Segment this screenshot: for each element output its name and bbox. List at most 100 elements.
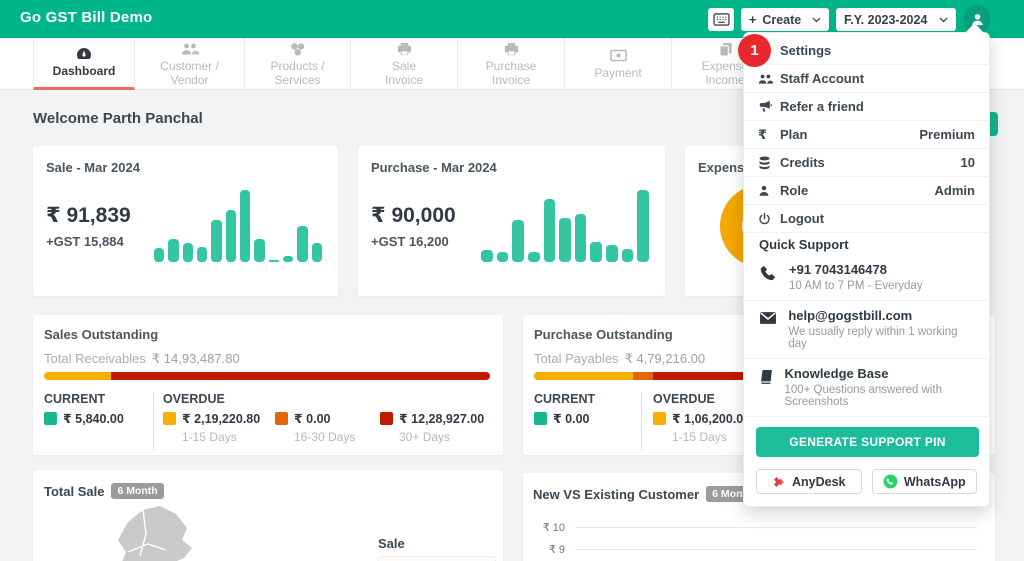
- purchase-summary-card: Purchase - Mar 2024 ₹ 90,000 +GST 16,200: [358, 146, 665, 296]
- menu-item-credits[interactable]: Credits 10: [744, 149, 989, 177]
- menu-item-refer-friend[interactable]: Refer a friend: [744, 93, 989, 121]
- card-title: Sale - Mar 2024: [46, 160, 140, 175]
- tab-label: Dashboard: [52, 64, 116, 79]
- total-payables-label: Total Payables: [534, 351, 619, 366]
- support-email-address: help@gogstbill.com: [788, 308, 913, 323]
- chart-bar: [268, 259, 279, 262]
- menu-item-label: Settings: [780, 43, 832, 58]
- whatsapp-button[interactable]: WhatsApp: [871, 469, 977, 494]
- card-title: Total Sale: [44, 483, 105, 499]
- legend-period: 16-30 Days: [294, 430, 356, 444]
- y-axis-tick: ₹ 10: [542, 522, 565, 534]
- menu-item-logout[interactable]: Logout: [744, 205, 989, 233]
- tab-label: Customer / Vendor: [160, 59, 219, 87]
- menu-item-role[interactable]: Role Admin: [744, 177, 989, 205]
- fiscal-year-select[interactable]: F.Y. 2023-2024: [836, 8, 956, 31]
- tab-label: Sale Invoice: [384, 59, 424, 87]
- coins-icon: [758, 156, 780, 170]
- rupee-icon: ₹: [758, 126, 768, 142]
- legend-swatch: [275, 412, 288, 425]
- quick-support-heading: Quick Support: [759, 236, 849, 252]
- menu-item-staff-account[interactable]: Staff Account: [744, 65, 989, 93]
- sale-bar-chart: [154, 190, 322, 262]
- legend-value: ₹ 2,19,220.80: [182, 412, 261, 426]
- total-sale-map-card: Total Sale 6 Month Sale: [33, 470, 503, 561]
- tab-customer-vendor[interactable]: Customer / Vendor: [135, 38, 245, 90]
- generate-support-pin-button[interactable]: GENERATE SUPPORT PIN: [756, 427, 979, 457]
- documents-icon: [718, 41, 733, 57]
- gridline: [575, 549, 977, 550]
- menu-item-label: Refer a friend: [780, 99, 864, 114]
- tab-payment[interactable]: Payment: [565, 38, 672, 90]
- gridline: [575, 527, 977, 528]
- page-title: Welcome Parth Panchal: [33, 110, 203, 127]
- tab-purchase-invoice[interactable]: Purchase Invoice: [458, 38, 565, 90]
- total-receivables-value: ₹ 14,93,487.80: [151, 351, 240, 366]
- support-kb-note: 100+ Questions answered with Screenshots: [784, 384, 943, 408]
- legend-swatch: [163, 412, 176, 425]
- menu-item-settings[interactable]: Settings: [744, 37, 989, 65]
- fiscal-year-label: F.Y. 2023-2024: [844, 12, 928, 27]
- money-icon: [609, 48, 627, 64]
- map-series-label: Sale: [378, 536, 405, 551]
- chart-bar: [282, 255, 294, 262]
- chart-bar: [182, 242, 193, 262]
- chart-bar: [297, 226, 308, 262]
- chart-bar: [559, 218, 571, 262]
- purchase-amount: ₹ 90,000: [371, 204, 456, 227]
- total-payables: Total Payables ₹ 4,79,216.00: [534, 351, 705, 367]
- tab-products-services[interactable]: Products / Services: [245, 38, 351, 90]
- users-icon: [758, 73, 780, 85]
- chart-bar: [496, 251, 509, 262]
- tab-label: Purchase Invoice: [485, 59, 537, 87]
- chart-bar: [590, 241, 603, 262]
- six-month-badge: 6 Month: [111, 483, 164, 499]
- sale-summary-card: Sale - Mar 2024 ₹ 91,839 +GST 15,884: [33, 146, 338, 296]
- legend-30plus: ₹ 12,28,927.00 30+ Days: [380, 411, 484, 444]
- total-receivables: Total Receivables ₹ 14,93,487.80: [44, 351, 240, 367]
- create-button[interactable]: + Create: [741, 8, 829, 31]
- india-map[interactable]: [88, 500, 218, 561]
- legend-1-15: ₹ 1,06,200.00 1-15 Days: [653, 411, 750, 444]
- tab-dashboard[interactable]: Dashboard: [33, 38, 135, 90]
- support-kb-text: Knowledge Base 100+ Questions answered w…: [784, 366, 975, 408]
- legend-period: 1-15 Days: [182, 430, 237, 444]
- anydesk-label: AnyDesk: [792, 474, 846, 489]
- legend-period: 30+ Days: [399, 430, 451, 444]
- legend-swatch: [534, 412, 547, 425]
- menu-item-plan[interactable]: ₹ Plan Premium: [744, 121, 989, 149]
- menu-item-value: Admin: [934, 183, 975, 198]
- power-icon: [758, 212, 780, 226]
- sales-outstanding-card: Sales Outstanding Total Receivables ₹ 14,…: [33, 315, 503, 455]
- purchase-bar-chart: [481, 190, 650, 262]
- support-phone-hours: 10 AM to 7 PM - Everyday: [789, 280, 923, 292]
- map-legend-box: [378, 556, 496, 561]
- keyboard-icon: [712, 13, 730, 26]
- legend-period: 1-15 Days: [672, 430, 727, 444]
- anydesk-button[interactable]: AnyDesk: [756, 469, 862, 494]
- keyboard-shortcuts-button[interactable]: [708, 8, 734, 31]
- chart-bar: [225, 210, 236, 262]
- notification-badge: 1: [738, 34, 771, 67]
- support-email-item[interactable]: help@gogstbill.com We usually reply with…: [744, 301, 989, 359]
- legend-current: ₹ 5,840.00: [44, 411, 124, 426]
- chart-bar: [254, 238, 265, 262]
- chart-bar: [637, 190, 650, 262]
- cubes-icon: [289, 41, 306, 57]
- purchase-gst: +GST 16,200: [371, 234, 449, 249]
- legend-16-30: ₹ 0.00 16-30 Days: [275, 411, 355, 444]
- chart-bar: [543, 199, 556, 262]
- dashboard-icon: [76, 46, 92, 62]
- menu-item-label: Credits: [780, 155, 825, 170]
- menu-item-label: Staff Account: [780, 71, 865, 86]
- support-knowledge-base-item[interactable]: Knowledge Base 100+ Questions answered w…: [744, 359, 989, 417]
- user-icon: [758, 184, 780, 197]
- card-title: Purchase Outstanding: [534, 327, 673, 342]
- progress-segment: [632, 372, 653, 380]
- support-phone-item[interactable]: +91 7043146478 10 AM to 7 PM - Everyday: [744, 255, 989, 301]
- app-title: Go GST Bill Demo: [20, 9, 153, 26]
- total-payables-value: ₹ 4,79,216.00: [624, 351, 706, 366]
- chart-bar: [527, 251, 540, 262]
- whatsapp-label: WhatsApp: [903, 474, 966, 489]
- tab-sale-invoice[interactable]: Sale Invoice: [351, 38, 458, 90]
